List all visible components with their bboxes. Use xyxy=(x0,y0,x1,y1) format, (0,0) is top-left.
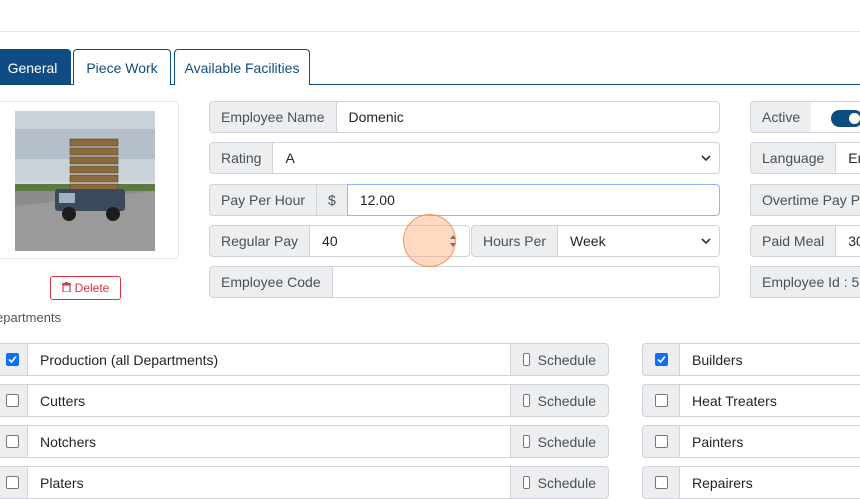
cursor-highlight xyxy=(403,214,456,267)
department-name: Notchers xyxy=(27,425,511,458)
department-checkbox[interactable] xyxy=(5,394,19,407)
employee-code-label: Employee Code xyxy=(209,266,333,298)
trash-icon xyxy=(61,281,71,295)
department-name: Cutters xyxy=(27,384,511,417)
chevron-down-icon xyxy=(701,238,711,245)
check-icon xyxy=(656,355,666,364)
hours-per-label: Hours Per xyxy=(471,225,559,257)
rating-select[interactable]: A xyxy=(272,142,720,174)
department-checkbox[interactable] xyxy=(5,476,19,489)
department-name: Heat Treaters xyxy=(679,384,860,417)
employee-photo[interactable] xyxy=(15,111,155,251)
hours-per-value: Week xyxy=(570,233,606,249)
schedule-checkbox[interactable] xyxy=(523,435,530,448)
active-toggle-cell xyxy=(811,101,860,133)
active-group: Active xyxy=(750,101,813,133)
department-name: Production (all Departments) xyxy=(27,343,511,376)
department-checkbox[interactable] xyxy=(654,353,668,366)
rating-label: Rating xyxy=(209,142,274,174)
department-row: Platers Schedule xyxy=(0,466,609,499)
department-name: Builders xyxy=(679,343,860,376)
language-label: Language xyxy=(750,142,837,174)
employee-name-input[interactable]: Domenic xyxy=(335,101,720,133)
employee-code-input[interactable] xyxy=(331,266,720,298)
department-row: Heat Treaters xyxy=(642,384,860,417)
department-name: Platers xyxy=(27,466,511,499)
paid-meal-input[interactable]: 30 xyxy=(835,225,860,257)
departments-heading: epartments xyxy=(0,310,62,325)
rating-group: Rating A xyxy=(209,142,720,174)
department-row: Builders xyxy=(642,343,860,376)
schedule-checkbox[interactable] xyxy=(523,353,530,366)
currency-symbol: $ xyxy=(316,184,348,216)
tab-available-facilities[interactable]: Available Facilities xyxy=(174,49,310,85)
pay-per-hour-label: Pay Per Hour xyxy=(209,184,318,216)
employee-id-label: Employee Id : 53 xyxy=(750,266,860,298)
paid-meal-label: Paid Meal xyxy=(750,225,837,257)
department-name: Painters xyxy=(679,425,860,458)
department-checkbox[interactable] xyxy=(654,394,668,407)
chevron-down-icon xyxy=(701,155,711,162)
active-toggle[interactable] xyxy=(831,110,860,127)
department-name: Repairers xyxy=(679,466,860,499)
employee-name-label: Employee Name xyxy=(209,101,337,133)
active-label: Active xyxy=(750,101,813,133)
department-checkbox[interactable] xyxy=(654,476,668,489)
department-row: Production (all Departments) Schedule xyxy=(0,343,609,376)
paid-meal-group: Paid Meal 30 xyxy=(750,225,860,257)
hours-per-group: Hours Per Week xyxy=(471,225,720,257)
language-select[interactable]: En xyxy=(835,142,860,174)
department-checkbox[interactable] xyxy=(654,435,668,448)
department-checkbox[interactable] xyxy=(5,353,19,366)
tab-piece-work[interactable]: Piece Work xyxy=(73,49,171,85)
pay-per-hour-group: Pay Per Hour $ 12.00 xyxy=(209,184,720,216)
overtime-label: Overtime Pay Pe xyxy=(750,184,860,216)
check-icon xyxy=(7,355,17,364)
overtime-group: Overtime Pay Pe xyxy=(750,184,860,216)
regular-pay-value: 40 xyxy=(322,233,338,249)
schedule-cell: Schedule xyxy=(510,425,609,458)
employee-id-group: Employee Id : 53 xyxy=(750,266,860,298)
rating-value: A xyxy=(285,150,295,166)
employee-photo-card xyxy=(0,101,179,259)
schedule-cell: Schedule xyxy=(510,343,609,376)
employee-name-group: Employee Name Domenic xyxy=(209,101,720,133)
hours-per-select[interactable]: Week xyxy=(557,225,720,257)
department-row: Cutters Schedule xyxy=(0,384,609,417)
schedule-cell: Schedule xyxy=(510,384,609,417)
schedule-cell: Schedule xyxy=(510,466,609,499)
schedule-checkbox[interactable] xyxy=(523,394,530,407)
schedule-checkbox[interactable] xyxy=(523,476,530,489)
tab-general[interactable]: General xyxy=(0,49,71,85)
employee-code-group: Employee Code xyxy=(209,266,720,298)
department-row: Notchers Schedule xyxy=(0,425,609,458)
department-row: Repairers xyxy=(642,466,860,499)
regular-pay-label: Regular Pay xyxy=(209,225,311,257)
department-checkbox[interactable] xyxy=(5,435,19,448)
language-group: Language En xyxy=(750,142,860,174)
top-bar xyxy=(0,0,860,32)
department-row: Painters xyxy=(642,425,860,458)
delete-photo-button[interactable]: Delete xyxy=(50,276,121,300)
pay-per-hour-input[interactable]: 12.00 xyxy=(346,184,720,216)
tab-bar: General Piece Work Available Facilities xyxy=(0,49,860,85)
